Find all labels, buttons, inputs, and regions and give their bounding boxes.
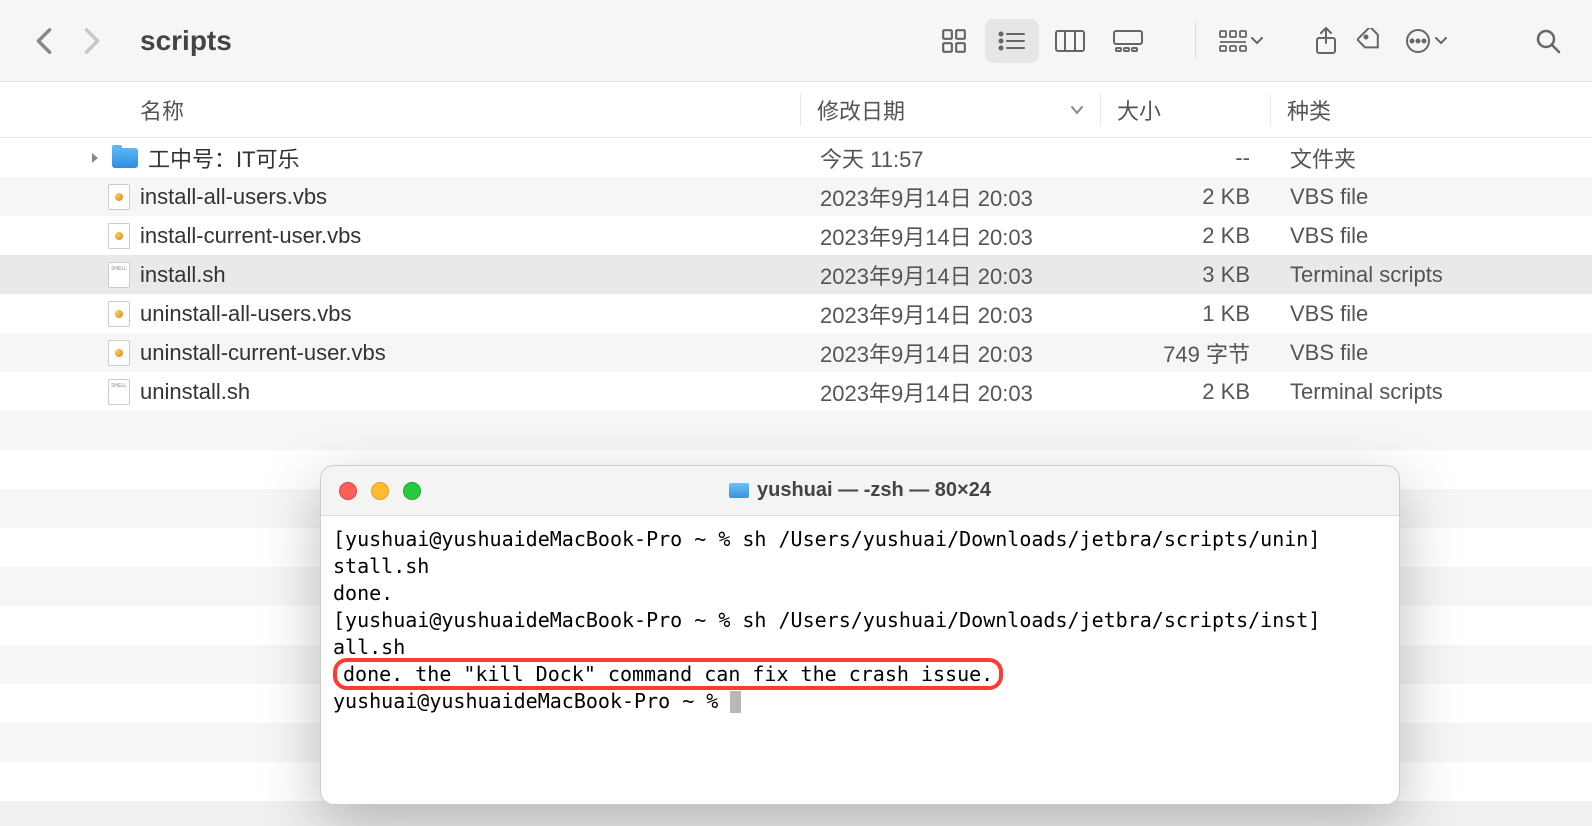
vbs-file-icon [108,301,130,327]
header-date[interactable]: 修改日期 [800,94,1100,126]
search-button[interactable] [1528,19,1568,63]
share-button[interactable] [1306,19,1346,63]
file-date-cell: 2023年9月14日 20:03 [800,259,1100,291]
header-kind[interactable]: 种类 [1270,94,1592,126]
terminal-window: yushuai — -zsh — 80×24 [yushuai@yushuaid… [320,465,1400,805]
file-date-cell: 2023年9月14日 20:03 [800,376,1100,408]
forward-button[interactable] [72,21,112,61]
sort-indicator-icon [1070,105,1084,115]
file-name-label: uninstall-current-user.vbs [140,340,386,366]
file-size-cell: 1 KB [1100,301,1270,327]
file-date-cell: 2023年9月14日 20:03 [800,337,1100,369]
terminal-body[interactable]: [yushuai@yushuaideMacBook-Pro ~ % sh /Us… [321,516,1399,725]
close-button[interactable] [339,482,357,500]
file-kind-cell: VBS file [1270,301,1592,327]
file-kind-cell: VBS file [1270,340,1592,366]
zoom-button[interactable] [403,482,421,500]
vbs-file-icon [108,223,130,249]
terminal-line: yushuai@yushuaideMacBook-Pro ~ % [333,689,730,713]
back-button[interactable] [24,21,64,61]
disclosure-triangle[interactable] [88,151,102,165]
file-kind-cell: VBS file [1270,223,1592,249]
minimize-button[interactable] [371,482,389,500]
empty-row [0,411,1592,450]
folder-icon [112,148,138,168]
toolbar-divider [1195,23,1196,59]
file-kind-cell: Terminal scripts [1270,379,1592,405]
file-name-label: uninstall-all-users.vbs [140,301,352,327]
header-date-label: 修改日期 [817,94,905,126]
file-size-cell: 2 KB [1100,223,1270,249]
file-row[interactable]: install-current-user.vbs 2023年9月14日 20:03… [0,216,1592,255]
more-button[interactable] [1394,19,1458,63]
file-kind-cell: Terminal scripts [1270,262,1592,288]
file-name-cell: install-current-user.vbs [0,223,800,249]
terminal-line: [yushuai@yushuaideMacBook-Pro ~ % sh /Us… [333,608,1320,632]
file-name-label: install-current-user.vbs [140,223,361,249]
terminal-highlighted-line: done. the "kill Dock" command can fix th… [333,658,1003,690]
shell-file-icon [108,262,130,288]
view-gallery-button[interactable] [1101,19,1155,63]
header-size[interactable]: 大小 [1100,94,1270,126]
terminal-line: [yushuai@yushuaideMacBook-Pro ~ % sh /Us… [333,527,1320,551]
terminal-titlebar[interactable]: yushuai — -zsh — 80×24 [321,466,1399,516]
file-row[interactable]: uninstall-current-user.vbs 2023年9月14日 20:… [0,333,1592,372]
header-name[interactable]: 名称 [0,94,800,126]
arrange-group [1206,19,1276,63]
vbs-file-icon [108,340,130,366]
file-date-cell: 2023年9月14日 20:03 [800,298,1100,330]
tag-button[interactable] [1350,19,1390,63]
file-name-cell: 工中号：IT可乐 [0,142,800,174]
traffic-lights [339,482,421,500]
arrange-button[interactable] [1206,19,1276,63]
file-name-label: install.sh [140,262,226,288]
view-columns-button[interactable] [1043,19,1097,63]
file-size-cell: 2 KB [1100,184,1270,210]
file-row[interactable]: 工中号：IT可乐 今天 11:57--文件夹 [0,138,1592,177]
file-name-cell: uninstall.sh [0,379,800,405]
window-title: scripts [140,25,232,57]
terminal-title: yushuai — -zsh — 80×24 [321,479,1399,502]
terminal-title-text: yushuai — -zsh — 80×24 [757,479,991,502]
file-name-cell: uninstall-all-users.vbs [0,301,800,327]
vbs-file-icon [108,184,130,210]
file-date-cell: 今天 11:57 [800,142,1100,174]
file-name-label: 工中号：IT可乐 [148,142,300,174]
view-icons-button[interactable] [927,19,981,63]
file-row[interactable]: uninstall-all-users.vbs 2023年9月14日 20:031… [0,294,1592,333]
view-mode-group [927,19,1155,63]
finder-toolbar: scripts [0,0,1592,82]
shell-file-icon [108,379,130,405]
file-row[interactable]: install-all-users.vbs 2023年9月14日 20:032 K… [0,177,1592,216]
file-row[interactable]: uninstall.sh 2023年9月14日 20:032 KBTerminal… [0,372,1592,411]
terminal-cursor [730,691,741,713]
terminal-line: all.sh [333,635,405,659]
file-name-label: uninstall.sh [140,379,250,405]
file-row[interactable]: install.sh 2023年9月14日 20:033 KBTerminal s… [0,255,1592,294]
file-size-cell: 3 KB [1100,262,1270,288]
file-name-cell: install-all-users.vbs [0,184,800,210]
action-group [1306,19,1458,63]
view-list-button[interactable] [985,19,1039,63]
file-size-cell: 2 KB [1100,379,1270,405]
file-name-cell: uninstall-current-user.vbs [0,340,800,366]
file-date-cell: 2023年9月14日 20:03 [800,181,1100,213]
folder-icon [729,483,749,498]
file-name-cell: install.sh [0,262,800,288]
file-kind-cell: VBS file [1270,184,1592,210]
file-date-cell: 2023年9月14日 20:03 [800,220,1100,252]
file-size-cell: 749 字节 [1100,337,1270,369]
column-headers: 名称 修改日期 大小 种类 [0,82,1592,138]
file-kind-cell: 文件夹 [1270,142,1592,174]
file-size-cell: -- [1100,145,1270,171]
terminal-line: done. [333,581,393,605]
file-name-label: install-all-users.vbs [140,184,327,210]
terminal-line: stall.sh [333,554,429,578]
